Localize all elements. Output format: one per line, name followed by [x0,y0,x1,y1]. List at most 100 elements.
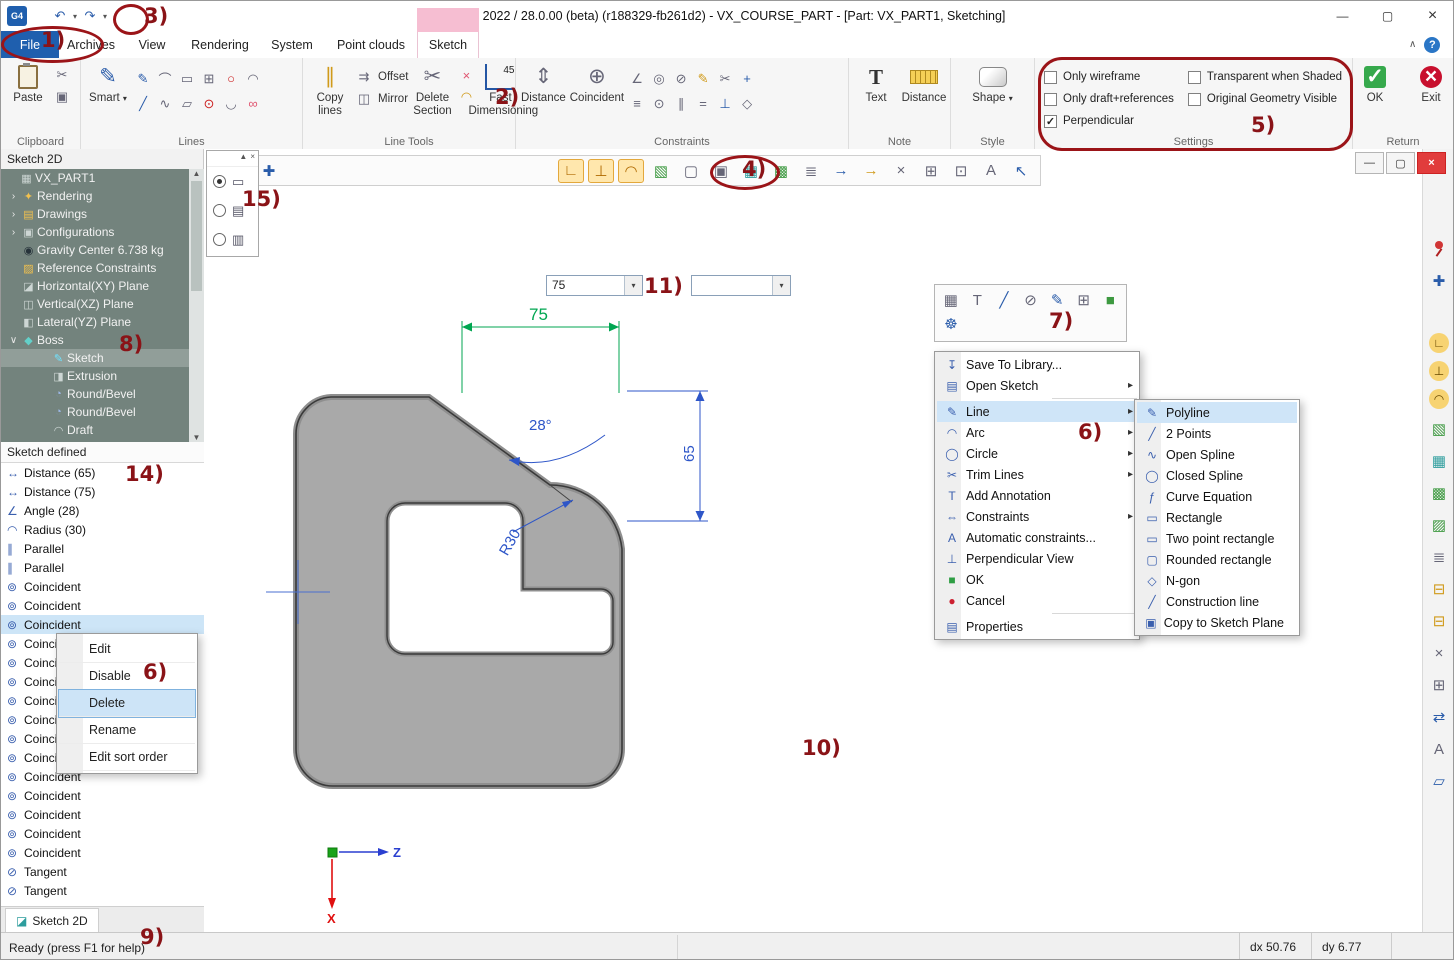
menu-item-trim-lines[interactable]: ✂ Trim Lines ▸ [937,464,1137,485]
hatch-region-icon[interactable]: ▦ [938,288,964,312]
delete-section-button[interactable]: ✂ Delete Section [408,60,456,118]
panel-close-icon[interactable]: × [250,152,255,165]
shape-style-button[interactable]: Shape ▾ [969,60,1017,105]
draw-line-icon[interactable]: ╱ [991,288,1017,312]
scroll-down-icon[interactable]: ▼ [193,433,201,442]
menu-item-save-to-library[interactable]: ↧ Save To Library... [937,354,1137,375]
menu-item-rename[interactable]: Rename [59,717,195,744]
view-option-1[interactable]: ▭ [207,167,258,196]
tree-item-drawings[interactable]: › ▤ Drawings [1,205,189,223]
tree-item-horizontal-xy-plane[interactable]: ◪ Horizontal(XY) Plane [1,277,189,295]
erase-section-icon[interactable]: × [456,66,476,84]
flip-view-icon[interactable]: ⇄ [1426,705,1452,729]
mesh-body-icon[interactable]: ▩ [768,159,794,183]
menu-item-automatic-constraints[interactable]: A Automatic constraints... [937,527,1137,548]
constraint-parallel[interactable]: ∥ Parallel [1,558,204,577]
tree-item-gravity-center[interactable]: ◉ Gravity Center 6.738 kg [1,241,189,259]
snap-angle-icon[interactable]: ∟ [1429,333,1449,353]
constraint-coincident[interactable]: ⊚ Coincident [1,843,204,862]
submenu-item-closed-spline[interactable]: ◯ Closed Spline [1137,465,1297,486]
constraint-tangent[interactable]: ⊘ Tangent [1,862,204,881]
perpendicular-constraint-icon[interactable]: ⊥ [715,95,735,113]
mdi-close-button[interactable]: × [1417,152,1446,174]
teal-body-icon[interactable]: ▦ [738,159,764,183]
minimize-button[interactable]: — [1320,2,1365,31]
ellipse-icon[interactable]: ∞ [243,95,263,113]
diagram-icon[interactable]: ▱ [1426,769,1452,793]
tree-item-vx-part1[interactable]: ▦ VX_PART1 [1,169,189,187]
export-drawing-icon[interactable]: → [858,159,884,183]
concentric-icon[interactable]: ⊙ [199,95,219,113]
tab-point-clouds[interactable]: Point clouds [325,31,417,58]
tree-item-configurations[interactable]: › ▣ Configurations [1,223,189,241]
tab-archives[interactable]: Archives [59,31,123,58]
menu-item-open-sketch[interactable]: ▤ Open Sketch ▸ [937,375,1137,396]
expander-icon[interactable]: › [7,191,20,202]
ok-button[interactable]: ✓ OK [1351,60,1399,105]
checkbox-perpendicular[interactable]: Perpendicular [1044,110,1174,132]
scroll-up-icon[interactable]: ▲ [193,169,201,178]
tree-item-extrusion[interactable]: ◨ Extrusion [1,367,189,385]
menu-item-edit[interactable]: Edit [59,636,195,663]
menu-item-edit-sort-order[interactable]: Edit sort order [59,744,195,771]
expander-icon[interactable]: › [7,227,20,238]
snap-perpendicular-icon[interactable]: ⊥ [1429,361,1449,381]
menu-item-line[interactable]: ✎ Line ▸ [937,401,1137,422]
pointer-mode-icon[interactable]: ↖ [1008,159,1034,183]
undo-caret[interactable]: ▾ [71,7,79,25]
tab-system[interactable]: System [259,31,325,58]
dimension-75[interactable] [462,321,619,393]
shaded-view-icon[interactable]: ▧ [648,159,674,183]
layer-color-icon[interactable]: ■ [1097,288,1123,312]
view-option-3[interactable]: ▥ [207,225,258,254]
distance-note-button[interactable]: Distance [900,60,948,105]
constraint-parallel[interactable]: ∥ Parallel [1,539,204,558]
constraint-coincident[interactable]: ⊚ Coincident [1,824,204,843]
mesh-body-icon[interactable]: ▨ [1426,513,1452,537]
submenu-item-curve-equation[interactable]: ƒ Curve Equation [1137,486,1297,507]
constraint-tangent[interactable]: ⊘ Tangent [1,881,204,900]
snap-tangent-icon[interactable]: ◠ [618,159,644,183]
delete-element-icon[interactable]: × [1426,641,1452,665]
app-logo[interactable]: G4 [7,6,27,26]
constraint-coincident[interactable]: ⊚ Coincident [1,577,204,596]
scrollbar-thumb[interactable] [191,181,202,291]
submenu-item-construction-line[interactable]: ╱ Construction line [1137,591,1297,612]
expander-icon[interactable]: ∨ [7,335,20,346]
align-constraint-icon[interactable]: ≡ [627,95,647,113]
text-annotation-icon[interactable]: A [978,159,1004,183]
concentric-constraint-icon[interactable]: ◎ [649,70,669,88]
menu-item-circle[interactable]: ◯ Circle ▸ [937,443,1137,464]
close-button[interactable]: × [1410,2,1454,31]
parallel-constraint-icon[interactable]: ∥ [671,95,691,113]
menu-item-properties[interactable]: ▤ Properties [937,616,1137,637]
collapse-ribbon-icon[interactable]: ∧ [1409,39,1416,50]
arc-segment-icon[interactable]: ⌒ [155,70,175,88]
combobox-value[interactable]: 75 [547,276,624,295]
pencil-draw-icon[interactable]: ✎ [1044,288,1070,312]
chevron-down-icon[interactable]: ▾ [772,276,790,295]
tab-sketch[interactable]: Sketch [417,31,479,58]
toolbar-spacer[interactable] [316,159,554,183]
smart-line-button[interactable]: ✎ Smart ▾ [84,60,132,105]
submenu-item-polyline[interactable]: ✎ Polyline [1137,402,1297,423]
distance-constraint-button[interactable]: ⇕ Distance [519,60,568,105]
tab-file[interactable]: File [1,31,59,58]
snap-angle-icon[interactable]: ∟ [558,159,584,183]
target-constraint-icon[interactable]: + [737,70,757,88]
menu-item-ok[interactable]: ■ OK [937,569,1137,590]
cut-icon[interactable]: ✂ [52,66,72,84]
view-option-2[interactable]: ▤ [207,196,258,225]
shaded-view-icon[interactable]: ▧ [1426,417,1452,441]
save-button[interactable] [33,7,49,25]
tree-item-round-bevel-1[interactable]: ◔ Round/Bevel [1,385,189,403]
combobox-value[interactable] [692,276,772,295]
coincident-small-icon[interactable]: ⊙ [649,95,669,113]
parallelogram-icon[interactable]: ▱ [177,95,197,113]
tangent-circle-icon[interactable]: ⊘ [1018,288,1044,312]
constraint-coincident[interactable]: ⊚ Coincident [1,786,204,805]
measure-ruler-icon[interactable] [1426,301,1452,325]
drawer-2-icon[interactable]: ⊟ [1426,609,1452,633]
measure-ruler-icon[interactable] [286,159,312,183]
paste-button[interactable]: Paste [4,60,52,105]
